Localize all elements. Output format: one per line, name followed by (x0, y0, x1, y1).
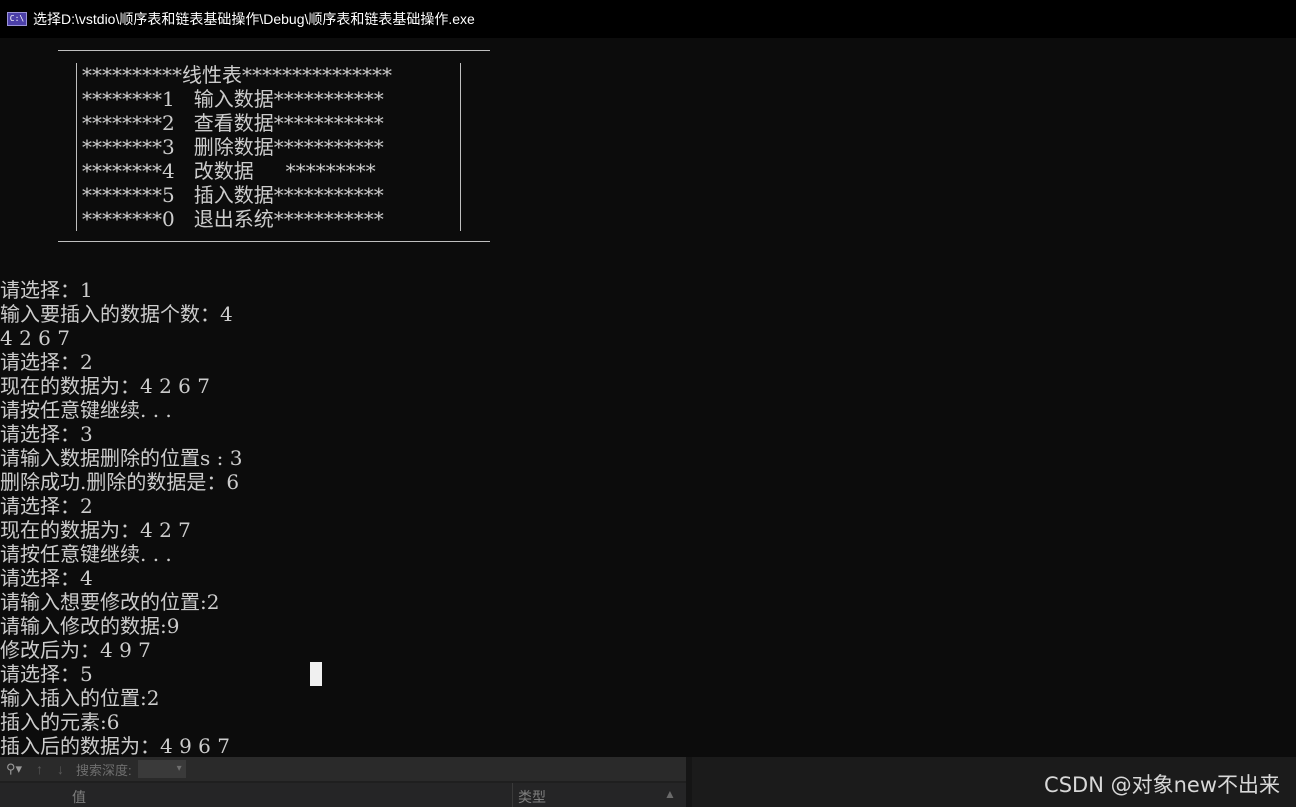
console-app-icon: C:\ (7, 12, 27, 26)
menu-right-border (460, 63, 461, 231)
console-line: 输入要插入的数据个数：4 (0, 302, 233, 326)
column-header-type[interactable]: 类型 (518, 787, 546, 807)
menu-top-border (58, 50, 490, 51)
search-depth-dropdown[interactable]: ▾ (137, 760, 186, 778)
scroll-up-icon[interactable]: ▲ (664, 787, 676, 801)
text-cursor (310, 662, 322, 686)
console-line: 输入插入的位置:2 (0, 686, 160, 710)
menu-line: ********0 退出系统*********** (82, 207, 384, 231)
console-line: 请选择：4 (0, 566, 93, 590)
console-line: 请输入数据删除的位置s : 3 (0, 446, 243, 470)
console-line: 现在的数据为：4 2 6 7 (0, 374, 210, 398)
console-line: 请选择：2 (0, 350, 93, 374)
console-line: 删除成功.删除的数据是：6 (0, 470, 240, 494)
console-line: 请选择：1 (0, 278, 93, 302)
window-title: 选择D:\vstdio\顺序表和链表基础操作\Debug\顺序表和链表基础操作.… (33, 11, 475, 27)
menu-bottom-border (58, 241, 490, 242)
console-line: 插入后的数据为：4 9 6 7 (0, 734, 230, 758)
menu-left-border (76, 63, 77, 231)
search-icon[interactable]: ⚲▾ (6, 761, 22, 777)
console-line: 请选择：5 (0, 662, 93, 686)
menu-line: **********线性表*************** (82, 63, 392, 87)
watch-toolbar: ⚲▾ ↑ ↓ 搜索深度: ▾ (0, 757, 686, 781)
console-line: 请选择：3 (0, 422, 93, 446)
arrow-down-icon[interactable]: ↓ (57, 761, 64, 777)
console-line: 修改后为：4 9 7 (0, 638, 151, 662)
console-line: 请输入修改的数据:9 (0, 614, 180, 638)
window-titlebar[interactable]: C:\ 选择D:\vstdio\顺序表和链表基础操作\Debug\顺序表和链表基… (0, 0, 1296, 38)
console-line: 请按任意键继续. . . (0, 542, 172, 566)
console-output[interactable]: **********线性表*************** ********1 输入… (0, 38, 1296, 758)
console-line: 现在的数据为：4 2 7 (0, 518, 191, 542)
console-line: 请输入想要修改的位置:2 (0, 590, 220, 614)
menu-line: ********5 插入数据*********** (82, 183, 384, 207)
console-line: 请按任意键继续. . . (0, 398, 172, 422)
watch-header-row: 值 类型 ▲ (0, 783, 686, 807)
column-separator[interactable] (512, 783, 513, 807)
menu-line: ********3 删除数据*********** (82, 135, 384, 159)
console-line: 请选择：2 (0, 494, 93, 518)
console-line: 4 2 6 7 (0, 326, 70, 350)
menu-line: ********4 改数据 ********* (82, 159, 376, 183)
search-depth-label: 搜索深度: (76, 762, 132, 778)
arrow-up-icon[interactable]: ↑ (36, 761, 43, 777)
menu-line: ********2 查看数据*********** (82, 111, 384, 135)
menu-line: ********1 输入数据*********** (82, 87, 384, 111)
watermark: CSDN @对象new不出来 (1044, 773, 1280, 797)
console-line: 插入的元素:6 (0, 710, 120, 734)
column-header-value[interactable]: 值 (72, 787, 86, 807)
debugger-panel: ⚲▾ ↑ ↓ 搜索深度: ▾ 值 类型 ▲ CSDN @对象new不出来 (0, 757, 1296, 807)
